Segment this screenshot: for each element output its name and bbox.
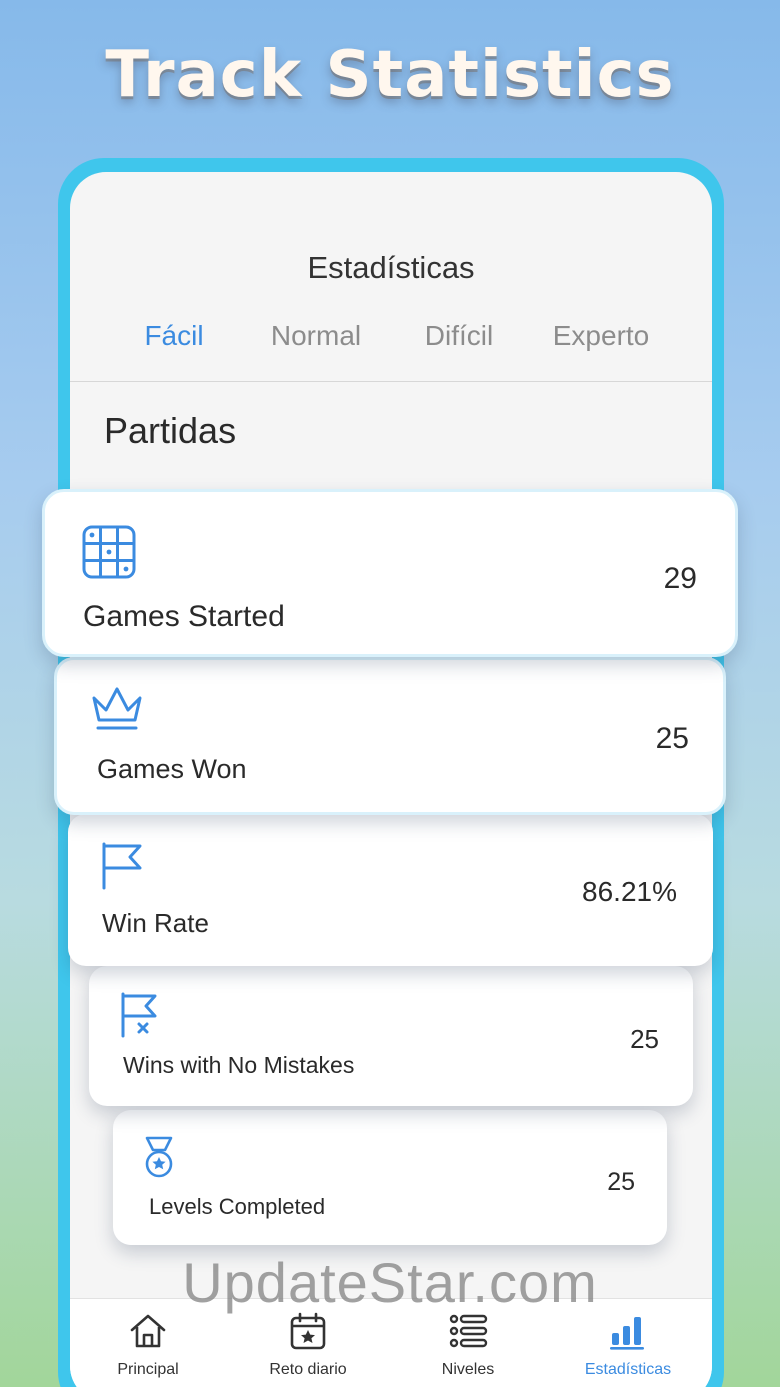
stat-label: Wins with No Mistakes xyxy=(123,1052,355,1078)
stat-value: 25 xyxy=(607,1168,635,1196)
watermark: UpdateStar.com xyxy=(182,1251,598,1314)
flag-x-icon xyxy=(121,992,157,1038)
home-icon xyxy=(130,1314,166,1348)
nav-label-principal: Principal xyxy=(117,1361,179,1378)
medal-icon xyxy=(145,1136,173,1178)
difficulty-tabs: Fácil Normal Difícil Experto xyxy=(70,320,712,360)
bar-chart-icon xyxy=(610,1317,644,1350)
tab-normal[interactable]: Normal xyxy=(271,320,361,352)
nav-label-reto-diario: Reto diario xyxy=(269,1361,347,1378)
flag-icon xyxy=(102,842,142,890)
stat-card-levels-completed: Levels Completed 25 xyxy=(113,1110,667,1245)
nav-item-reto-diario[interactable]: Reto diario xyxy=(238,1311,378,1379)
grid-icon xyxy=(82,525,136,579)
stat-card-wins-no-mistakes: Wins with No Mistakes 25 xyxy=(89,966,693,1106)
stat-card-win-rate: Win Rate 86.21% xyxy=(68,814,713,966)
stat-label: Games Started xyxy=(83,600,285,633)
nav-item-estadisticas[interactable]: Estadísticas xyxy=(558,1311,698,1379)
stat-value: 25 xyxy=(630,1024,659,1054)
stat-value: 29 xyxy=(663,562,697,595)
tab-facil[interactable]: Fácil xyxy=(144,320,203,352)
page-title: Estadísticas xyxy=(307,250,475,285)
stat-label: Win Rate xyxy=(102,908,209,938)
nav-item-niveles[interactable]: Niveles xyxy=(398,1311,538,1379)
section-title: Partidas xyxy=(104,410,237,451)
tab-experto[interactable]: Experto xyxy=(553,320,650,352)
nav-label-niveles: Niveles xyxy=(441,1361,495,1378)
tab-dificil[interactable]: Difícil xyxy=(425,320,493,352)
promo-headline: Track Statistics xyxy=(105,38,675,112)
nav-item-principal[interactable]: Principal xyxy=(78,1311,218,1379)
stat-value: 86.21% xyxy=(582,876,677,907)
stat-card-games-started: Games Started 29 xyxy=(42,489,738,657)
crown-icon xyxy=(92,687,142,730)
stat-label: Levels Completed xyxy=(149,1194,326,1219)
tabs-divider xyxy=(70,381,712,382)
calendar-star-icon xyxy=(290,1312,326,1350)
stat-card-games-won: Games Won 25 xyxy=(54,657,726,815)
stat-value: 25 xyxy=(655,722,689,755)
list-icon xyxy=(449,1314,488,1348)
nav-label-estadisticas: Estadísticas xyxy=(584,1361,672,1378)
stat-label: Games Won xyxy=(97,754,247,784)
